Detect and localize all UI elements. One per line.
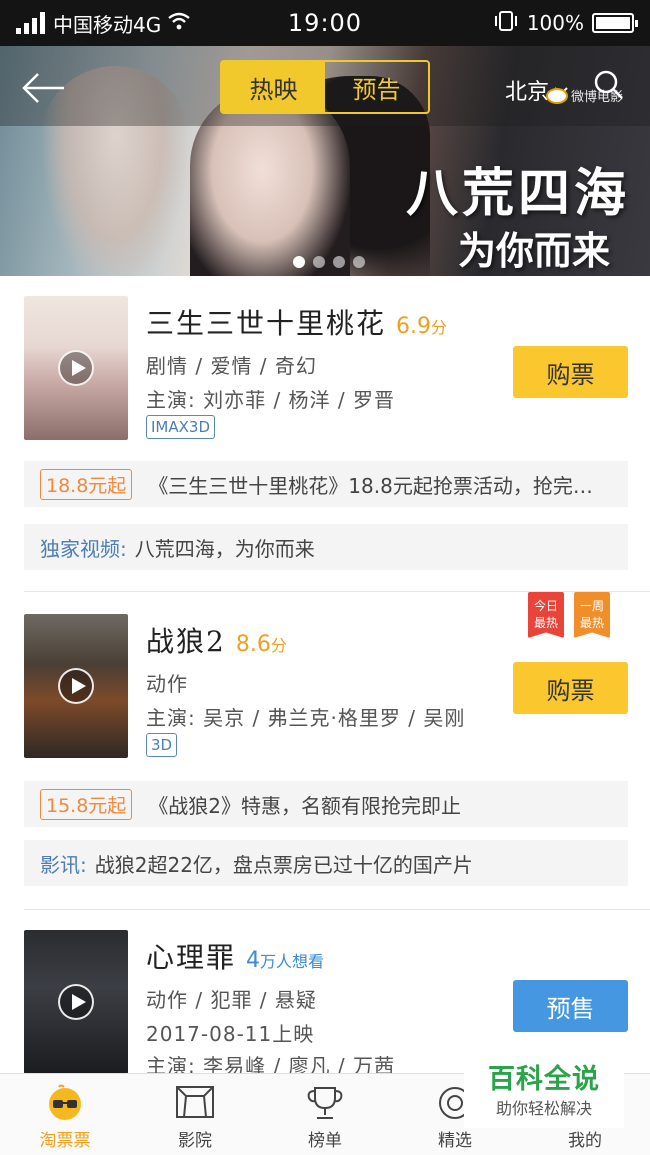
banner-slogan: 八荒四海 为你而来 bbox=[406, 151, 630, 275]
news-label: 影讯: bbox=[40, 852, 87, 877]
hot-badges: 今日 最热 一周 最热 bbox=[528, 592, 610, 638]
movie-score: 6.9分 bbox=[396, 314, 448, 339]
watermark-title: 百科全说 bbox=[488, 1064, 600, 1095]
signal-icon bbox=[16, 12, 45, 34]
back-arrow-icon[interactable] bbox=[18, 68, 68, 108]
taopiaopiao-glasses-icon bbox=[49, 1084, 81, 1120]
search-icon[interactable] bbox=[592, 68, 626, 102]
movie-cast: 主演: 吴京 / 弗兰克·格里罗 / 吴刚 bbox=[146, 706, 466, 730]
nav-label: 精选 bbox=[438, 1131, 472, 1151]
news-item[interactable]: 独家视频: 八荒四海，为你而来 bbox=[24, 524, 628, 570]
movie-title: 心理罪 bbox=[146, 941, 237, 974]
movie-poster[interactable] bbox=[24, 296, 128, 440]
nav-label: 榜单 bbox=[308, 1131, 342, 1151]
nav-label: 淘票票 bbox=[39, 1131, 91, 1151]
release-date: 2017-08-11上映 bbox=[146, 1022, 315, 1046]
nav-item-rankings[interactable]: 榜单 bbox=[260, 1074, 390, 1155]
city-label: 北京 bbox=[505, 80, 550, 105]
news-text: 战狼2超22亿，盘点票房已过十亿的国产片 bbox=[94, 852, 473, 877]
movie-card[interactable]: 战狼2 8.6分 动作 主演: 吴京 / 弗兰克·格里罗 / 吴刚 3D 今日最… bbox=[0, 592, 650, 910]
cinema-screen-icon bbox=[176, 1086, 214, 1118]
tab-coming-soon[interactable]: 预告 bbox=[325, 62, 428, 112]
movie-genres: 动作 / 犯罪 / 悬疑 bbox=[146, 988, 317, 1012]
banner-slogan-line1: 八荒四海 bbox=[405, 163, 630, 224]
movie-poster[interactable] bbox=[24, 930, 128, 1073]
banner-pagination bbox=[293, 256, 365, 268]
watermark-logo: 百科全说 助你轻松解决 bbox=[464, 1060, 624, 1128]
pagination-dot[interactable] bbox=[353, 256, 365, 268]
play-icon[interactable] bbox=[58, 668, 94, 704]
today-hot-badge: 今日 最热 bbox=[528, 592, 564, 638]
movie-cast: 主演: 李易峰 / 廖凡 / 万茜 bbox=[146, 1054, 396, 1073]
battery-percent: 100% bbox=[526, 11, 584, 35]
promo-text: 《三生三世十里桃花》18.8元起抢票活动，抢完… bbox=[148, 473, 593, 498]
promo-banner[interactable]: 15.8元起 《战狼2》特惠，名额有限抢完即止 bbox=[24, 781, 628, 827]
hero-banner[interactable]: 热映 预告 北京 微博电影 八荒四海 为你而来 bbox=[0, 46, 650, 276]
format-badge: 3D bbox=[146, 733, 178, 757]
nav-item-cinema[interactable]: 影院 bbox=[130, 1074, 260, 1155]
pagination-dot[interactable] bbox=[313, 256, 325, 268]
movie-title: 三生三世十里桃花 bbox=[146, 307, 387, 340]
movie-genres: 动作 bbox=[146, 672, 188, 696]
buy-ticket-button[interactable]: 购票 bbox=[513, 662, 628, 714]
promo-text: 《战狼2》特惠，名额有限抢完即止 bbox=[148, 793, 462, 818]
news-item[interactable]: 影讯: 战狼2超22亿，盘点票房已过十亿的国产片 bbox=[24, 840, 628, 886]
showing-tabs: 热映 预告 bbox=[220, 60, 430, 114]
week-hot-badge: 一周 最热 bbox=[574, 592, 610, 638]
weibo-icon bbox=[546, 87, 568, 104]
nav-label: 影院 bbox=[178, 1131, 212, 1151]
movie-cast: 主演: 刘亦菲 / 杨洋 / 罗晋 bbox=[146, 388, 396, 412]
price-tag: 18.8元起 bbox=[40, 468, 133, 500]
buy-ticket-button[interactable]: 购票 bbox=[513, 346, 628, 398]
nav-label: 我的 bbox=[568, 1131, 602, 1151]
movie-card[interactable]: 三生三世十里桃花 6.9分 剧情 / 爱情 / 奇幻 主演: 刘亦菲 / 杨洋 … bbox=[0, 276, 650, 592]
movie-genres: 剧情 / 爱情 / 奇幻 bbox=[146, 354, 317, 378]
play-icon[interactable] bbox=[58, 350, 94, 386]
pagination-dot[interactable] bbox=[333, 256, 345, 268]
banner-slogan-line2: 为你而来 bbox=[457, 228, 610, 273]
carrier-label: 中国移动4G bbox=[53, 12, 162, 37]
play-icon[interactable] bbox=[58, 984, 94, 1020]
movie-title: 战狼2 bbox=[146, 625, 226, 658]
nav-item-taopiaopiao[interactable]: 淘票票 bbox=[0, 1074, 130, 1155]
movie-poster[interactable] bbox=[24, 614, 128, 758]
watermark-tagline: 助你轻松解决 bbox=[495, 1099, 592, 1118]
pagination-dot[interactable] bbox=[293, 256, 305, 268]
vibrate-icon bbox=[493, 10, 519, 37]
promo-banner[interactable]: 18.8元起 《三生三世十里桃花》18.8元起抢票活动，抢完… bbox=[24, 461, 628, 507]
tab-now-showing[interactable]: 热映 bbox=[222, 62, 325, 112]
movie-score: 8.6分 bbox=[235, 632, 287, 657]
format-badge: IMAX3D bbox=[146, 415, 215, 439]
trophy-icon bbox=[307, 1087, 343, 1119]
wifi-icon bbox=[167, 11, 191, 36]
news-label: 独家视频: bbox=[40, 536, 127, 561]
price-tag: 15.8元起 bbox=[40, 788, 133, 820]
battery-icon bbox=[592, 13, 638, 33]
movie-card[interactable]: 心理罪 4万人想看 动作 / 犯罪 / 悬疑 2017-08-11上映 主演: … bbox=[0, 910, 650, 1073]
status-bar: 中国移动4G 19:00 100% bbox=[0, 0, 650, 46]
want-to-see-count: 4万人想看 bbox=[246, 948, 325, 973]
news-text: 八荒四海，为你而来 bbox=[134, 536, 315, 561]
presale-button[interactable]: 预售 bbox=[513, 980, 628, 1032]
